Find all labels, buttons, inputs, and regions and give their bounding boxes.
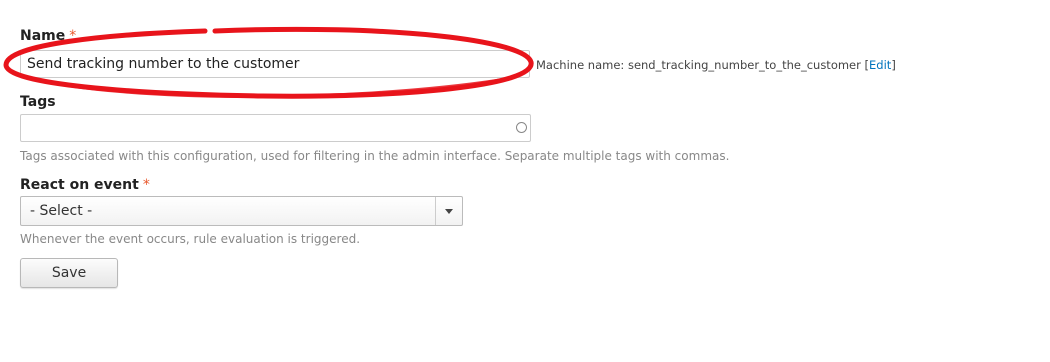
name-label-text: Name: [20, 28, 66, 44]
save-button[interactable]: Save: [20, 258, 118, 288]
autocomplete-throbber-icon: [516, 122, 527, 133]
machine-name-text: Machine name: send_tracking_number_to_th…: [536, 58, 896, 72]
machine-name-bracket-open: [: [860, 58, 870, 72]
event-label: React on event *: [20, 177, 150, 193]
machine-name-bracket-close: ]: [891, 58, 896, 72]
chevron-down-icon[interactable]: [435, 197, 462, 225]
event-select-value: - Select -: [30, 203, 93, 219]
name-required-marker: *: [69, 28, 77, 44]
ellipse-stroke-inner: [38, 78, 502, 98]
name-input[interactable]: [20, 50, 530, 78]
machine-name-value: send_tracking_number_to_the_customer: [627, 58, 861, 72]
event-label-text: React on event: [20, 177, 139, 193]
machine-name-prefix: Machine name:: [536, 58, 628, 72]
tags-description: Tags associated with this configuration,…: [20, 149, 730, 163]
event-required-marker: *: [142, 177, 150, 193]
name-label: Name *: [20, 28, 76, 44]
tags-input[interactable]: [20, 114, 531, 142]
machine-name-edit-link[interactable]: Edit: [869, 58, 891, 72]
tags-label: Tags: [20, 94, 56, 110]
event-description: Whenever the event occurs, rule evaluati…: [20, 232, 361, 246]
event-select[interactable]: - Select -: [20, 196, 463, 226]
